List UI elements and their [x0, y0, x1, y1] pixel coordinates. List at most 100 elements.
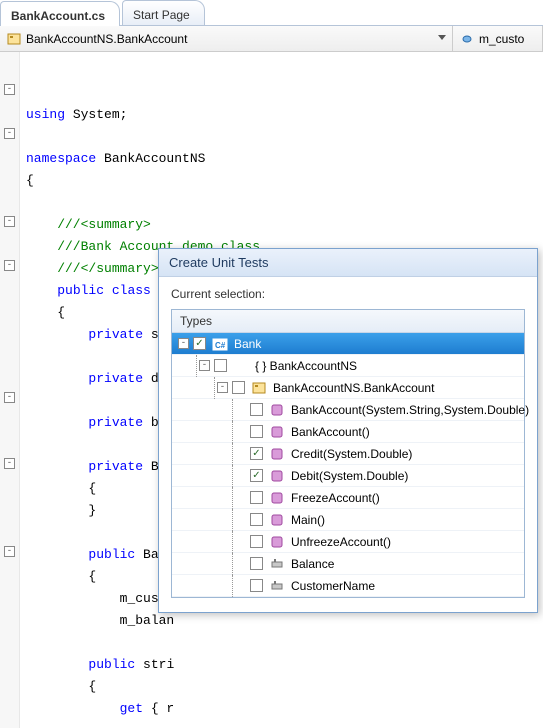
tree-row-label: BankAccountNS.BankAccount: [273, 381, 434, 395]
field-icon: [459, 31, 475, 47]
tree-row[interactable]: - BankAccountNS.BankAccount: [172, 377, 524, 399]
svg-text:C#: C#: [215, 341, 226, 350]
checkbox[interactable]: [250, 469, 263, 482]
fold-toggle[interactable]: -: [4, 546, 15, 557]
tree-row-label: BankAccount(): [291, 425, 370, 439]
tree-row[interactable]: Main(): [172, 509, 524, 531]
method-icon: [269, 402, 285, 418]
fold-toggle[interactable]: -: [4, 458, 15, 469]
tree-row[interactable]: Debit(System.Double): [172, 465, 524, 487]
method-icon: [269, 512, 285, 528]
checkbox[interactable]: [232, 381, 245, 394]
class-dropdown[interactable]: BankAccountNS.BankAccount: [0, 26, 453, 51]
fold-toggle[interactable]: -: [4, 84, 15, 95]
code-text: {: [26, 173, 34, 188]
tree-row-label: { } BankAccountNS: [255, 359, 357, 373]
member-dropdown-text: m_custo: [479, 32, 524, 46]
gutter: - - - - - - -: [0, 52, 20, 728]
code-text: private: [88, 371, 143, 386]
prop-icon: [269, 556, 285, 572]
chevron-down-icon: [438, 35, 446, 42]
types-header: Types: [172, 310, 524, 333]
code-text: m_custo: [26, 591, 174, 606]
tree-row[interactable]: Credit(System.Double): [172, 443, 524, 465]
tree-row-label: Debit(System.Double): [291, 469, 408, 483]
code-text: using: [26, 107, 65, 122]
dialog-title: Create Unit Tests: [159, 249, 537, 277]
prop-icon: [269, 578, 285, 594]
fold-toggle[interactable]: -: [4, 216, 15, 227]
method-icon: [269, 490, 285, 506]
types-tree: Types - C# Bank - { } BankAccountNS - BankAcco…: [171, 309, 525, 598]
code-text: get: [120, 701, 143, 716]
code-text: System;: [65, 107, 127, 122]
dialog-body: Current selection: Types - C# Bank - { } Ban…: [159, 277, 537, 612]
code-text: m_balan: [26, 613, 174, 628]
ns-icon: [233, 358, 249, 374]
checkbox[interactable]: [250, 535, 263, 548]
tree-row[interactable]: BankAccount(System.String,System.Double): [172, 399, 524, 421]
tree-row[interactable]: FreezeAccount(): [172, 487, 524, 509]
method-icon: [269, 534, 285, 550]
code-text: {: [26, 569, 96, 584]
checkbox[interactable]: [193, 337, 206, 350]
code-text: ///<summary>: [26, 217, 151, 232]
code-text: {: [26, 679, 96, 694]
code-text: ///</summary>: [26, 261, 159, 276]
editor-tabs: BankAccount.cs Start Page: [0, 0, 543, 26]
class-dropdown-text: BankAccountNS.BankAccount: [26, 32, 187, 46]
method-icon: [269, 468, 285, 484]
checkbox[interactable]: [250, 557, 263, 570]
create-unit-tests-dialog: Create Unit Tests Current selection: Typ…: [158, 248, 538, 613]
tree-row-label: UnfreezeAccount(): [291, 535, 391, 549]
code-nav-bar: BankAccountNS.BankAccount m_custo: [0, 26, 543, 52]
tab-active[interactable]: BankAccount.cs: [0, 1, 120, 26]
code-text: }: [26, 503, 96, 518]
tree-row-label: Balance: [291, 557, 334, 571]
code-text: {: [26, 305, 65, 320]
expand-toggle[interactable]: -: [217, 382, 228, 393]
code-text: { r: [143, 701, 174, 716]
checkbox[interactable]: [250, 403, 263, 416]
tree-row[interactable]: Balance: [172, 553, 524, 575]
code-text: public: [57, 283, 104, 298]
class-icon: [251, 380, 267, 396]
tree-row[interactable]: - C# Bank: [172, 333, 524, 355]
code-text: class: [112, 283, 151, 298]
tree-row-label: FreezeAccount(): [291, 491, 380, 505]
fold-toggle[interactable]: -: [4, 128, 15, 139]
expand-toggle[interactable]: -: [178, 338, 189, 349]
tree-row[interactable]: BankAccount(): [172, 421, 524, 443]
tree-row[interactable]: UnfreezeAccount(): [172, 531, 524, 553]
fold-toggle[interactable]: -: [4, 392, 15, 403]
code-text: BankAccountNS: [96, 151, 205, 166]
csproj-icon: C#: [212, 336, 228, 352]
code-text: private: [88, 327, 143, 342]
checkbox[interactable]: [250, 447, 263, 460]
code-text: private: [88, 459, 143, 474]
tree-row-label: CustomerName: [291, 579, 375, 593]
tree-row-label: Bank: [234, 337, 261, 351]
checkbox[interactable]: [250, 425, 263, 438]
checkbox[interactable]: [250, 491, 263, 504]
checkbox[interactable]: [250, 579, 263, 592]
tree-row-label: Main(): [291, 513, 325, 527]
tab-startpage[interactable]: Start Page: [122, 0, 205, 25]
checkbox[interactable]: [214, 359, 227, 372]
code-text: namespace: [26, 151, 96, 166]
tree-row[interactable]: - { } BankAccountNS: [172, 355, 524, 377]
tree-body: - C# Bank - { } BankAccountNS - BankAccountNS.…: [172, 333, 524, 597]
tree-row[interactable]: CustomerName: [172, 575, 524, 597]
member-dropdown[interactable]: m_custo: [453, 26, 543, 51]
code-text: stri: [135, 657, 174, 672]
tree-row-label: BankAccount(System.String,System.Double): [291, 403, 529, 417]
expand-toggle[interactable]: -: [199, 360, 210, 371]
code-text: {: [26, 481, 96, 496]
fold-toggle[interactable]: -: [4, 260, 15, 271]
current-selection-label: Current selection:: [171, 287, 525, 301]
class-icon: [6, 31, 22, 47]
tree-row-label: Credit(System.Double): [291, 447, 412, 461]
method-icon: [269, 424, 285, 440]
checkbox[interactable]: [250, 513, 263, 526]
code-text: public: [88, 657, 135, 672]
